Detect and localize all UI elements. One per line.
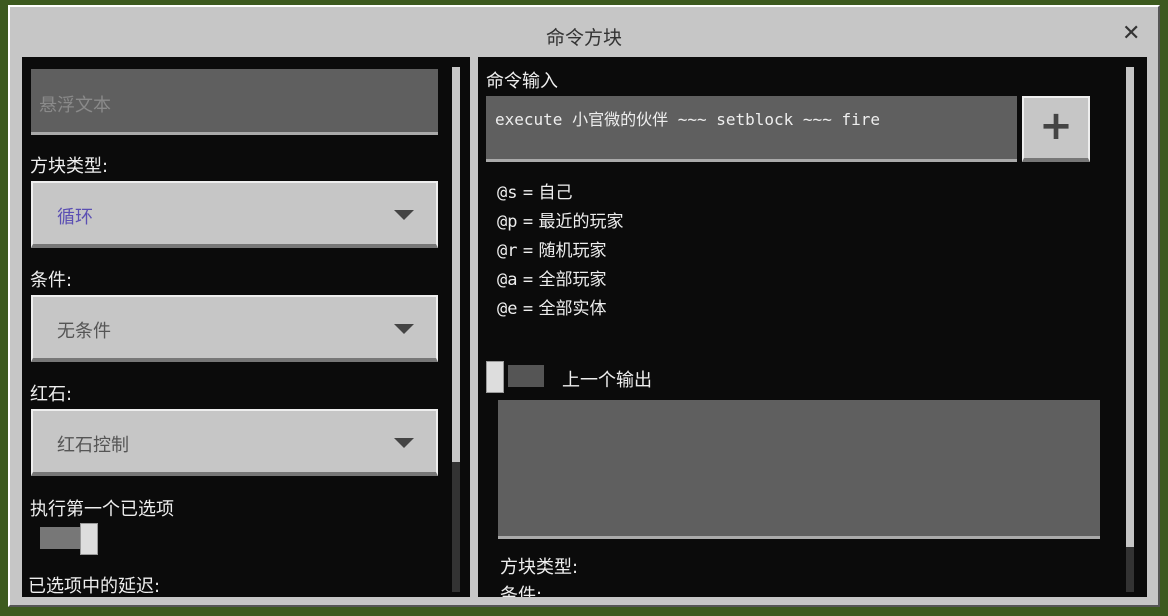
execute-first-toggle[interactable] xyxy=(40,523,98,555)
block-type-label: 方块类型: xyxy=(30,156,109,177)
list-item: @s = 自己 xyxy=(497,183,573,203)
add-button[interactable]: + xyxy=(1022,96,1090,162)
delay-label: 已选项中的延迟: xyxy=(28,576,161,597)
chevron-down-icon xyxy=(394,324,414,334)
hover-text-input[interactable]: 悬浮文本 xyxy=(31,69,438,135)
redstone-value: 红石控制 xyxy=(57,435,129,456)
block-type-value: 循环 xyxy=(57,207,93,228)
command-input-value: execute 小官微的伙伴 ~~~ setblock ~~~ fire xyxy=(495,110,880,129)
left-scrollbar[interactable] xyxy=(452,67,460,592)
close-icon[interactable]: ✕ xyxy=(1122,21,1140,46)
chevron-down-icon xyxy=(394,210,414,220)
previous-output-toggle[interactable] xyxy=(486,361,544,393)
list-item: @a = 全部玩家 xyxy=(497,270,607,290)
condition-dropdown[interactable]: 无条件 xyxy=(31,295,438,362)
execute-first-label: 执行第一个已选项 xyxy=(30,499,174,520)
condition-value: 无条件 xyxy=(57,321,111,342)
list-item: @r = 随机玩家 xyxy=(497,241,607,261)
list-item: @e = 全部实体 xyxy=(497,299,607,319)
list-item: @p = 最近的玩家 xyxy=(497,212,624,232)
previous-output-box xyxy=(498,400,1100,539)
left-settings-panel: 悬浮文本 方块类型: 循环 条件: 无条件 红石: 红石控制 执行第一个已选项 … xyxy=(22,57,470,597)
redstone-dropdown[interactable]: 红石控制 xyxy=(31,409,438,476)
hover-text-placeholder: 悬浮文本 xyxy=(39,95,111,116)
command-block-window: 命令方块 ✕ 悬浮文本 方块类型: 循环 条件: 无条件 红石: 红石控制 执行… xyxy=(8,5,1160,607)
command-input[interactable]: execute 小官微的伙伴 ~~~ setblock ~~~ fire xyxy=(486,96,1017,162)
condition-label: 条件: xyxy=(30,270,73,291)
command-input-label: 命令输入 xyxy=(486,71,558,92)
block-type-summary-label: 方块类型: xyxy=(500,557,579,578)
block-type-dropdown[interactable]: 循环 xyxy=(31,181,438,248)
right-command-panel: 命令输入 execute 小官微的伙伴 ~~~ setblock ~~~ fir… xyxy=(478,57,1147,597)
previous-output-label: 上一个输出 xyxy=(562,370,652,391)
plus-icon: + xyxy=(1039,103,1073,149)
chevron-down-icon xyxy=(394,438,414,448)
redstone-label: 红石: xyxy=(30,384,73,405)
right-scrollbar[interactable] xyxy=(1126,67,1134,592)
window-title: 命令方块 xyxy=(545,27,622,49)
condition-summary-label: 条件: xyxy=(500,585,543,597)
